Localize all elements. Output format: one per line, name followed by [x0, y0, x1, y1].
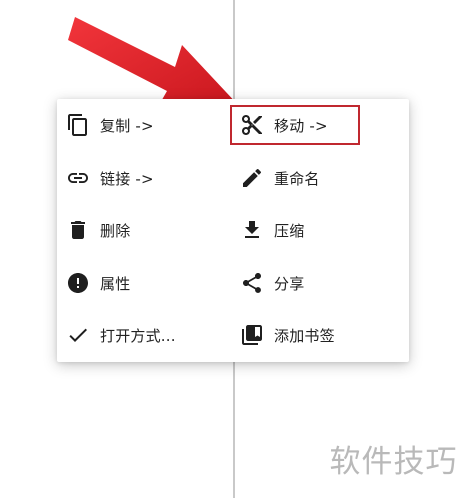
menu-item-delete[interactable]: 删除: [66, 210, 216, 250]
link-icon: [66, 166, 90, 190]
menu-item-compress[interactable]: 压缩: [240, 210, 390, 250]
menu-item-rename[interactable]: 重命名: [240, 158, 390, 198]
menu-item-label: 复制 ->: [100, 116, 154, 135]
watermark: 软件技巧: [322, 418, 465, 498]
menu-item-label: 打开方式...: [100, 326, 176, 345]
menu-item-label: 链接 ->: [100, 169, 154, 188]
menu-item-link[interactable]: 链接 ->: [66, 158, 216, 198]
menu-item-add-bookmark[interactable]: 添加书签: [240, 315, 390, 355]
copy-icon: [66, 113, 90, 137]
pencil-icon: [240, 166, 264, 190]
menu-item-label: 添加书签: [274, 326, 335, 345]
menu-item-label: 属性: [100, 274, 131, 293]
menu-item-label: 重命名: [274, 169, 320, 188]
menu-item-label: 移动 ->: [274, 116, 328, 135]
screenshot-canvas: 复制 -> 链接 -> 删除 属性 打开方式... 移动 -> 重命名 压缩 分…: [0, 0, 465, 498]
info-icon: [66, 271, 90, 295]
menu-item-copy[interactable]: 复制 ->: [66, 105, 216, 145]
check-icon: [66, 323, 90, 347]
share-icon: [240, 271, 264, 295]
menu-item-share[interactable]: 分享: [240, 263, 390, 303]
bookmark-icon: [240, 323, 264, 347]
menu-item-label: 删除: [100, 221, 131, 240]
trash-icon: [66, 218, 90, 242]
menu-item-properties[interactable]: 属性: [66, 263, 216, 303]
menu-item-label: 分享: [274, 274, 305, 293]
menu-item-move[interactable]: 移动 ->: [240, 105, 390, 145]
scissors-icon: [240, 113, 264, 137]
context-menu: 复制 -> 链接 -> 删除 属性 打开方式... 移动 -> 重命名 压缩 分…: [57, 99, 409, 362]
watermark-text: 软件技巧: [329, 443, 458, 480]
download-icon: [240, 218, 264, 242]
menu-item-open-with[interactable]: 打开方式...: [66, 315, 216, 355]
menu-item-label: 压缩: [274, 221, 305, 240]
